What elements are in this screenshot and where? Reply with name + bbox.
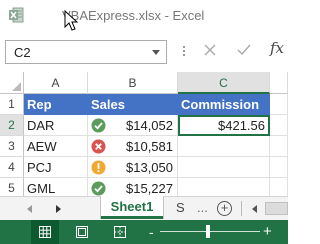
cell-b3[interactable]: $10,581 <box>88 136 178 157</box>
column-header-a[interactable]: A <box>24 72 88 94</box>
mouse-cursor-icon <box>64 10 79 31</box>
cell-d3[interactable] <box>270 136 288 157</box>
zoom-out-button[interactable]: - <box>149 225 154 239</box>
green-check-icon <box>91 181 106 196</box>
sheet-tab-sheet1[interactable]: Sheet1 <box>101 196 163 219</box>
cell-d1[interactable] <box>270 94 288 115</box>
scroll-tabs-left-icon[interactable] <box>27 205 32 213</box>
sheet-tabs-bar: Sheet1 S ... + <box>0 196 288 220</box>
cell-c4[interactable] <box>178 157 270 178</box>
sales-value: $13,050 <box>126 160 173 175</box>
column-header-c[interactable]: C <box>178 72 270 94</box>
more-sheets-icon[interactable]: ... <box>197 200 208 215</box>
cell-c3[interactable] <box>178 136 270 157</box>
zoom-slider-track[interactable] <box>160 231 260 232</box>
formula-bar-grip-icon[interactable] <box>183 46 186 60</box>
cell-a2[interactable]: DAR <box>24 115 88 136</box>
cell-c2[interactable]: $421.56 <box>178 115 270 136</box>
row-header-3[interactable]: 3 <box>0 136 24 157</box>
row-header-2[interactable]: 2 <box>0 115 24 136</box>
zoom-slider-thumb[interactable] <box>206 225 210 238</box>
cell-d4[interactable] <box>270 157 288 178</box>
cell-d2[interactable] <box>270 115 288 136</box>
red-cross-icon <box>91 139 106 154</box>
add-sheet-button[interactable]: + <box>217 201 232 216</box>
cell-a1[interactable]: Rep <box>24 94 88 115</box>
chevron-down-icon[interactable] <box>152 50 160 55</box>
row-header-4[interactable]: 4 <box>0 157 24 178</box>
zoom-in-button[interactable]: + <box>263 224 272 239</box>
enter-check-icon[interactable] <box>236 43 252 57</box>
status-bar: - + <box>0 220 288 244</box>
page-break-view-icon[interactable] <box>114 226 126 238</box>
tab-divider[interactable] <box>241 201 242 216</box>
window-title: VBAExpress.xlsx - Excel <box>62 8 205 23</box>
insert-function-icon[interactable]: fx <box>270 39 284 57</box>
scroll-left-arrow-icon[interactable] <box>252 205 257 213</box>
scroll-tabs-right-icon[interactable] <box>56 205 61 213</box>
select-all-button[interactable] <box>0 72 24 94</box>
name-box[interactable]: C2 <box>5 40 167 64</box>
title-bar: VBAExpress.xlsx - Excel <box>0 0 288 32</box>
worksheet-grid[interactable]: A B C 1 Rep Sales Commission 2 DAR $14,0… <box>0 72 288 199</box>
sales-value: $15,227 <box>126 181 173 196</box>
column-header-d[interactable] <box>270 72 288 94</box>
normal-view-button[interactable] <box>31 220 59 244</box>
page-layout-view-icon[interactable] <box>76 226 88 238</box>
cell-a4[interactable]: PCJ <box>24 157 88 178</box>
grid-view-icon <box>39 226 51 238</box>
sales-value: $10,581 <box>126 139 173 154</box>
sales-value: $14,052 <box>126 118 173 133</box>
name-box-value: C2 <box>14 45 31 60</box>
cell-b1[interactable]: Sales <box>88 94 178 115</box>
column-header-b[interactable]: B <box>88 72 178 94</box>
green-check-icon <box>91 118 106 133</box>
horizontal-scrollbar[interactable] <box>265 202 288 215</box>
cancel-icon[interactable] <box>203 43 217 57</box>
cell-a3[interactable]: AEW <box>24 136 88 157</box>
cell-b4[interactable]: $13,050 <box>88 157 178 178</box>
sheet-tab-next[interactable]: S <box>176 200 185 215</box>
warning-icon <box>91 160 106 175</box>
cell-b2[interactable]: $14,052 <box>88 115 178 136</box>
cell-c1[interactable]: Commission <box>178 94 270 115</box>
excel-logo-icon <box>9 7 24 23</box>
row-header-1[interactable]: 1 <box>0 94 24 115</box>
